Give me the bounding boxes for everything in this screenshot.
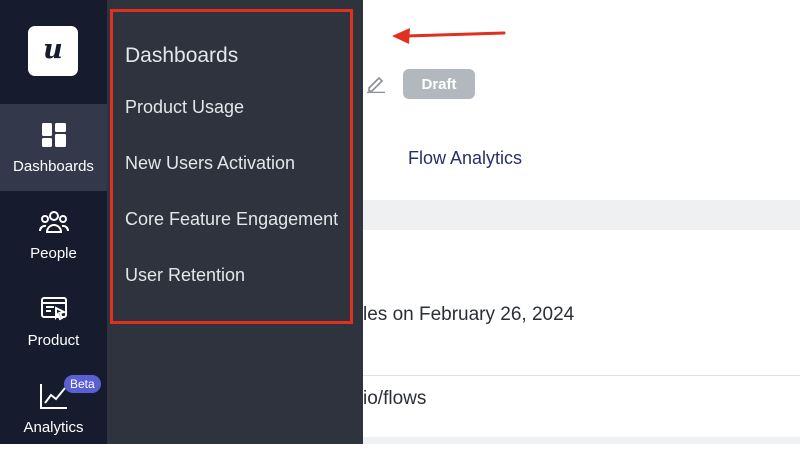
rail-item-label: People	[30, 245, 77, 262]
dashboards-grid-icon	[39, 120, 69, 150]
beta-badge: Beta	[64, 375, 101, 393]
rail-item-product[interactable]: Product	[0, 278, 107, 365]
rail-item-label: Dashboards	[13, 158, 94, 175]
logo-letter: u	[43, 33, 63, 65]
product-window-icon	[39, 294, 69, 324]
flyout-title: Dashboards	[125, 44, 239, 67]
rail-item-dashboards[interactable]: Dashboards	[0, 104, 107, 191]
edit-pencil-icon[interactable]	[366, 73, 386, 93]
row-divider	[363, 375, 800, 376]
app-logo[interactable]: u	[28, 26, 78, 76]
people-icon	[38, 207, 69, 237]
tab-flow-analytics[interactable]: Flow Analytics	[408, 148, 522, 169]
section-separator-band	[363, 200, 800, 230]
flyout-item-core-feature-engagement[interactable]: Core Feature Engagement	[125, 209, 338, 230]
flyout-item-user-retention[interactable]: User Retention	[125, 265, 245, 286]
flyout-item-new-users-activation[interactable]: New Users Activation	[125, 153, 295, 174]
flyout-item-product-usage[interactable]: Product Usage	[125, 97, 244, 118]
status-badge: Draft	[403, 69, 475, 99]
annotation-arrow-icon	[392, 28, 506, 44]
rail-item-label: Product	[27, 332, 80, 349]
partial-date-text: les on February 26, 2024	[363, 304, 575, 325]
partial-url-text: io/flows	[363, 388, 427, 409]
rail-item-people[interactable]: People	[0, 191, 107, 278]
rail-item-label: Analytics	[23, 419, 84, 436]
left-nav-rail: u Dashboards People Product Analytics Be…	[0, 0, 107, 444]
bottom-divider	[363, 437, 800, 444]
